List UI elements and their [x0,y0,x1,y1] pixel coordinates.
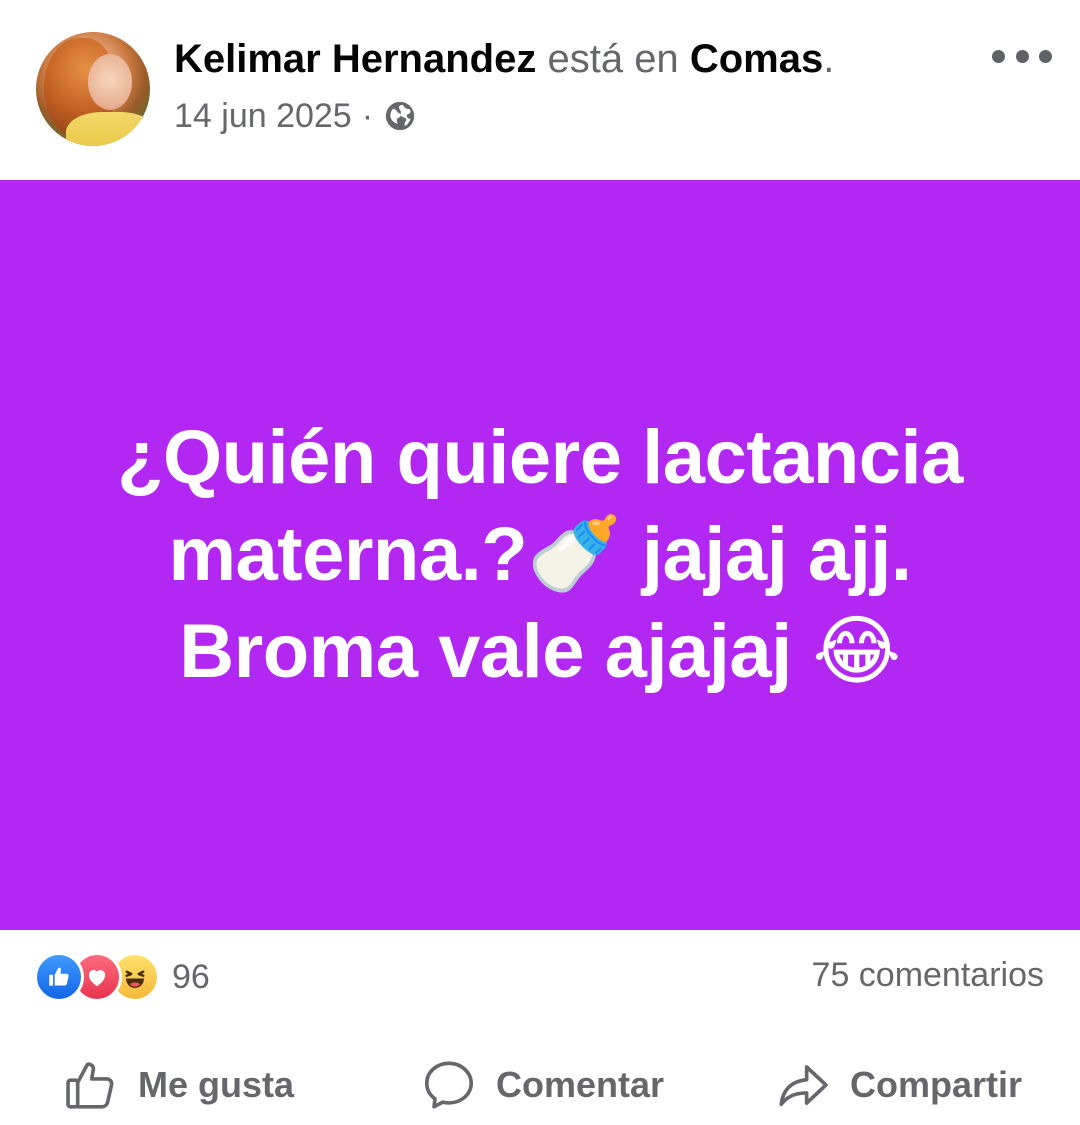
more-dots-icon [992,49,1005,63]
share-button-label: Compartir [850,1064,1023,1105]
avatar-clothing [66,112,150,146]
facebook-post: Kelimar Hernandez está en Comas. 14 jun … [0,0,1080,1125]
status-background[interactable]: ¿Quién quiere lactancia materna.?🍼 jajaj… [0,180,1080,930]
more-dots-icon [1015,49,1029,63]
meta-separator: · [361,97,374,135]
status-line-1: ¿Quién quiere lactancia [117,415,963,500]
like-reaction-icon [34,952,84,1002]
location-name[interactable]: Comas [690,37,823,81]
author-avatar[interactable] [36,32,150,146]
comment-button-label: Comentar [496,1064,665,1105]
share-button[interactable]: Compartir [774,1050,1022,1120]
comment-bubble-icon [424,1061,474,1109]
avatar-face [88,54,132,110]
globe-icon[interactable] [383,99,417,133]
baby-bottle-emoji: 🍼 [527,509,622,598]
location-prefix: está en [547,37,679,81]
thumbs-up-icon [66,1062,114,1109]
author-name[interactable]: Kelimar Hernandez [174,37,536,81]
reaction-count: 96 [172,957,210,996]
like-button-label: Me gusta [138,1064,295,1105]
action-bar: Me gusta Comentar Compartir [0,1050,1080,1120]
author-line: Kelimar Hernandez está en Comas. [174,36,834,82]
comment-button[interactable]: Comentar [420,1050,664,1120]
location-suffix: . [823,37,835,81]
status-line-2-rest: jajaj ajj. [621,512,912,597]
like-button[interactable]: Me gusta [62,1050,294,1120]
status-line-2: materna.?🍼 jajaj ajj. [60,506,1020,603]
comments-count[interactable]: 75 comentarios [812,956,1044,995]
status-text: ¿Quién quiere lactancia materna.?🍼 jajaj… [60,410,1020,700]
tears-of-joy-emoji: 😂 [812,606,901,695]
status-line-2-text: materna.? [168,512,528,597]
status-line-3-text: Broma vale ajajaj [179,609,813,694]
post-header: Kelimar Hernandez está en Comas. 14 jun … [0,0,1080,180]
share-arrow-icon [779,1065,828,1107]
post-date[interactable]: 14 jun 2025 [174,96,352,136]
more-options-button[interactable] [992,38,1052,74]
reactions-summary[interactable]: 96 [34,952,210,1002]
status-line-3: Broma vale ajajaj 😂 [60,603,1020,700]
more-dots-icon [1039,49,1052,63]
post-meta: 14 jun 2025 · [174,96,417,136]
